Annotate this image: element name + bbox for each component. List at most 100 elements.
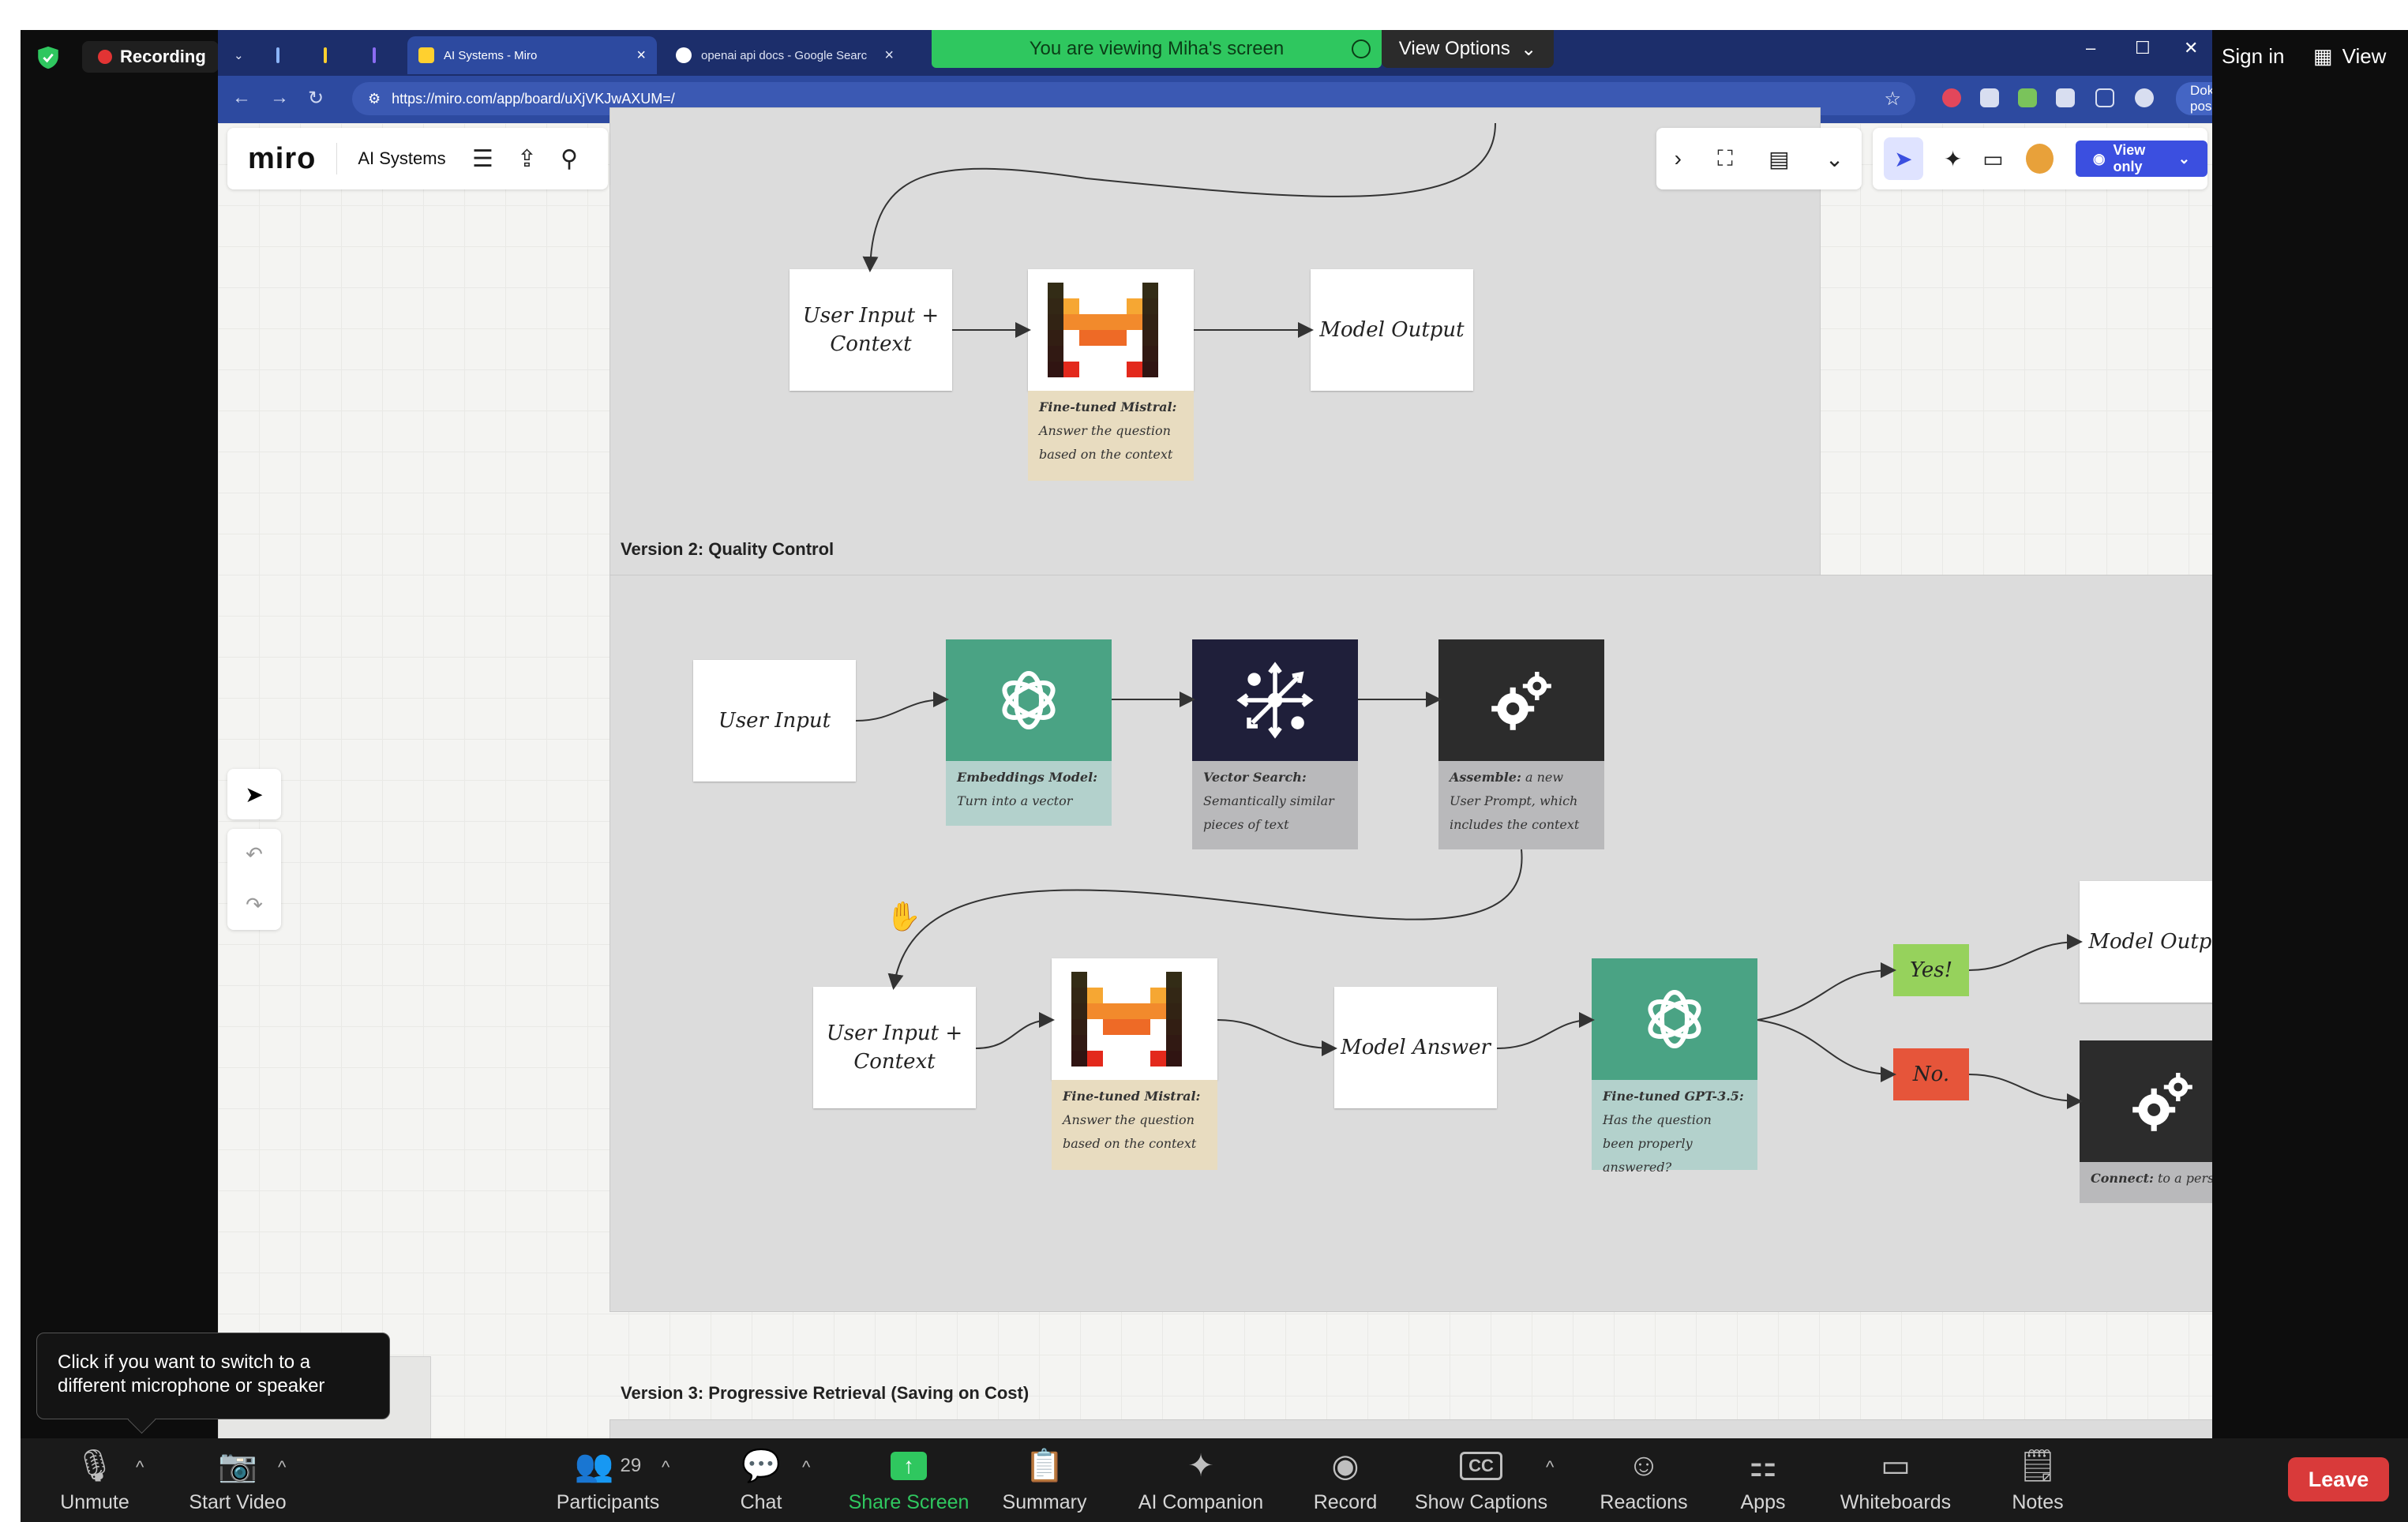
share-screen-icon: ↑ — [891, 1447, 927, 1485]
extension-icon[interactable] — [2018, 88, 2037, 107]
v2-loop-arrow — [887, 849, 1523, 990]
url-text: https://miro.com/app/board/uXjVKJwAXUM=/ — [392, 90, 675, 107]
comment-icon[interactable]: ▭ — [1982, 146, 2003, 172]
notes-icon: 🗒 — [2017, 1449, 2058, 1483]
board-name[interactable]: AI Systems — [358, 148, 445, 169]
reload-icon[interactable]: ↻ — [308, 87, 324, 110]
video-off-icon: 📷 — [218, 1449, 257, 1483]
forward-icon[interactable]: → — [270, 87, 289, 109]
finish-update-button[interactable]: Dokončaj posodobitev ⋮ — [2176, 82, 2212, 115]
share-screen-label: Share Screen — [848, 1490, 970, 1513]
show-captions-button[interactable]: CC Show Captions — [1402, 1438, 1560, 1522]
notes-icon[interactable]: ▤ — [1768, 146, 1789, 172]
export-icon[interactable]: ⇪ — [517, 145, 537, 173]
redo-icon[interactable]: ↷ — [246, 893, 263, 917]
sign-in-link[interactable]: Sign in — [2222, 44, 2285, 69]
security-shield-icon[interactable] — [35, 44, 62, 71]
tab-label: AI Systems - Miro — [444, 48, 538, 62]
menu-icon[interactable]: ☰ — [472, 145, 493, 173]
extension-icon[interactable] — [1942, 88, 1961, 107]
view-only-button[interactable]: ◉ View only ⌄ — [2075, 141, 2208, 177]
more-chevron-icon[interactable]: ⌄ — [1825, 146, 1844, 172]
leave-button[interactable]: Leave — [2288, 1457, 2389, 1501]
chevron-down-icon: ⌄ — [2177, 150, 2191, 167]
recording-indicator[interactable]: Recording — [82, 41, 219, 73]
minimize-icon[interactable]: – — [2086, 38, 2095, 58]
v2-arrow-gpt-yes — [1757, 962, 1896, 1021]
v2-arrow-yes-output — [1968, 934, 2083, 971]
fit-to-screen-icon[interactable]: ⛶ — [1717, 146, 1733, 172]
bookmark-star-icon[interactable]: ☆ — [1884, 88, 1901, 111]
avatar[interactable] — [2024, 142, 2055, 175]
record-icon: ◉ — [1331, 1448, 1360, 1483]
pan-hand-cursor-icon: ✋ — [886, 900, 921, 932]
show-captions-label: Show Captions — [1414, 1490, 1548, 1513]
v2-arrow-no-connect — [1968, 1074, 2083, 1109]
notes-button[interactable]: 🗒 Notes — [1994, 1438, 2081, 1522]
viewing-banner-text: You are viewing Miha's screen — [1029, 38, 1285, 59]
start-video-label: Start Video — [189, 1490, 287, 1513]
summary-label: Summary — [1002, 1490, 1087, 1513]
apps-label: Apps — [1740, 1490, 1786, 1513]
view-options-button[interactable]: View Options ⌄ — [1382, 30, 1554, 68]
ai-companion-button[interactable]: ✦ AI Companion — [1118, 1438, 1284, 1522]
unmute-label: Unmute — [60, 1490, 129, 1513]
reactions-icon: ☺ — [1627, 1448, 1660, 1483]
celebrate-icon[interactable]: ✦ — [1944, 146, 1962, 172]
maximize-icon[interactable]: ☐ — [2135, 38, 2151, 58]
apps-icon: ⚏ — [1749, 1448, 1777, 1483]
tab-google-search[interactable]: openai api docs - Google Searc × — [665, 36, 905, 74]
pinned-tab-proton[interactable] — [362, 36, 396, 74]
whiteboards-button[interactable]: ▭ Whiteboards — [1821, 1438, 1971, 1522]
extension-icon[interactable] — [2056, 88, 2075, 107]
tab-search-button[interactable]: ⌄ — [223, 36, 254, 74]
tab-close-icon[interactable]: × — [636, 47, 646, 65]
zoom-window: Recording Sign in ▦ View ⌄ AI Systems - … — [21, 30, 2408, 1522]
tab-close-icon[interactable]: × — [884, 47, 894, 65]
pinned-tab-docs[interactable] — [265, 36, 300, 74]
search-icon[interactable]: ⚲ — [561, 145, 578, 173]
profile-icon[interactable] — [2135, 88, 2154, 107]
site-info-icon[interactable]: ⚙ — [368, 91, 381, 107]
participants-button[interactable]: 👥 29 Participants — [542, 1438, 674, 1522]
v2-arrow-input-embed — [855, 692, 949, 722]
participants-icon: 👥 29 — [574, 1449, 642, 1483]
apps-button[interactable]: ⚏ Apps — [1727, 1438, 1798, 1522]
shared-screen: ⌄ AI Systems - Miro × openai api docs - … — [218, 30, 2212, 1438]
back-icon[interactable]: ← — [232, 87, 251, 109]
start-video-button[interactable]: 📷 Start Video — [178, 1438, 297, 1522]
tab-label: openai api docs - Google Searc — [701, 48, 868, 62]
puzzle-extensions-icon[interactable] — [2095, 88, 2114, 107]
whiteboard-icon: ▭ — [1881, 1448, 1911, 1483]
summary-button[interactable]: 📋 Summary — [993, 1438, 1096, 1522]
miro-board-toolbar: miro AI Systems ☰ ⇪ ⚲ — [227, 128, 608, 189]
share-screen-button[interactable]: ↑ Share Screen — [842, 1438, 976, 1522]
participants-chevron-icon[interactable]: ^ — [662, 1457, 670, 1478]
reactions-label: Reactions — [1600, 1490, 1688, 1513]
cursor-tool-icon[interactable]: ➤ — [227, 769, 281, 819]
reactions-button[interactable]: ☺ Reactions — [1581, 1438, 1707, 1522]
chat-chevron-icon[interactable]: ^ — [802, 1457, 810, 1478]
unmute-button[interactable]: 🎙 Unmute — [55, 1438, 134, 1522]
pinned-tab-miro[interactable] — [313, 36, 347, 74]
expand-chevron-icon[interactable]: › — [1675, 146, 1682, 171]
v2-arrow-context-mistral — [975, 1012, 1055, 1049]
miro-logo[interactable]: miro — [248, 142, 316, 176]
extension-icon[interactable] — [1980, 88, 1999, 107]
eye-icon: ◉ — [2092, 150, 2106, 167]
miro-board-canvas[interactable]: User Input + Context Fine-tuned Mistral:… — [218, 107, 2212, 1438]
chat-button[interactable]: 💬 Chat — [730, 1438, 793, 1522]
record-button[interactable]: ◉ Record — [1306, 1438, 1385, 1522]
tab-ai-systems-miro[interactable]: AI Systems - Miro × — [407, 36, 657, 74]
undo-icon[interactable]: ↶ — [246, 842, 263, 867]
audio-options-chevron-icon[interactable]: ^ — [136, 1457, 144, 1478]
whiteboards-label: Whiteboards — [1840, 1490, 1952, 1513]
window-close-icon[interactable]: ✕ — [2184, 38, 2198, 58]
captions-chevron-icon[interactable]: ^ — [1546, 1457, 1554, 1478]
video-options-chevron-icon[interactable]: ^ — [278, 1457, 286, 1478]
view-button[interactable]: ▦ View — [2313, 44, 2386, 69]
muted-microphone-icon: 🎙 — [74, 1449, 115, 1483]
notes-label: Notes — [2012, 1490, 2064, 1513]
select-tool-icon[interactable]: ➤ — [1884, 137, 1923, 180]
chat-icon: 💬 — [741, 1449, 781, 1483]
